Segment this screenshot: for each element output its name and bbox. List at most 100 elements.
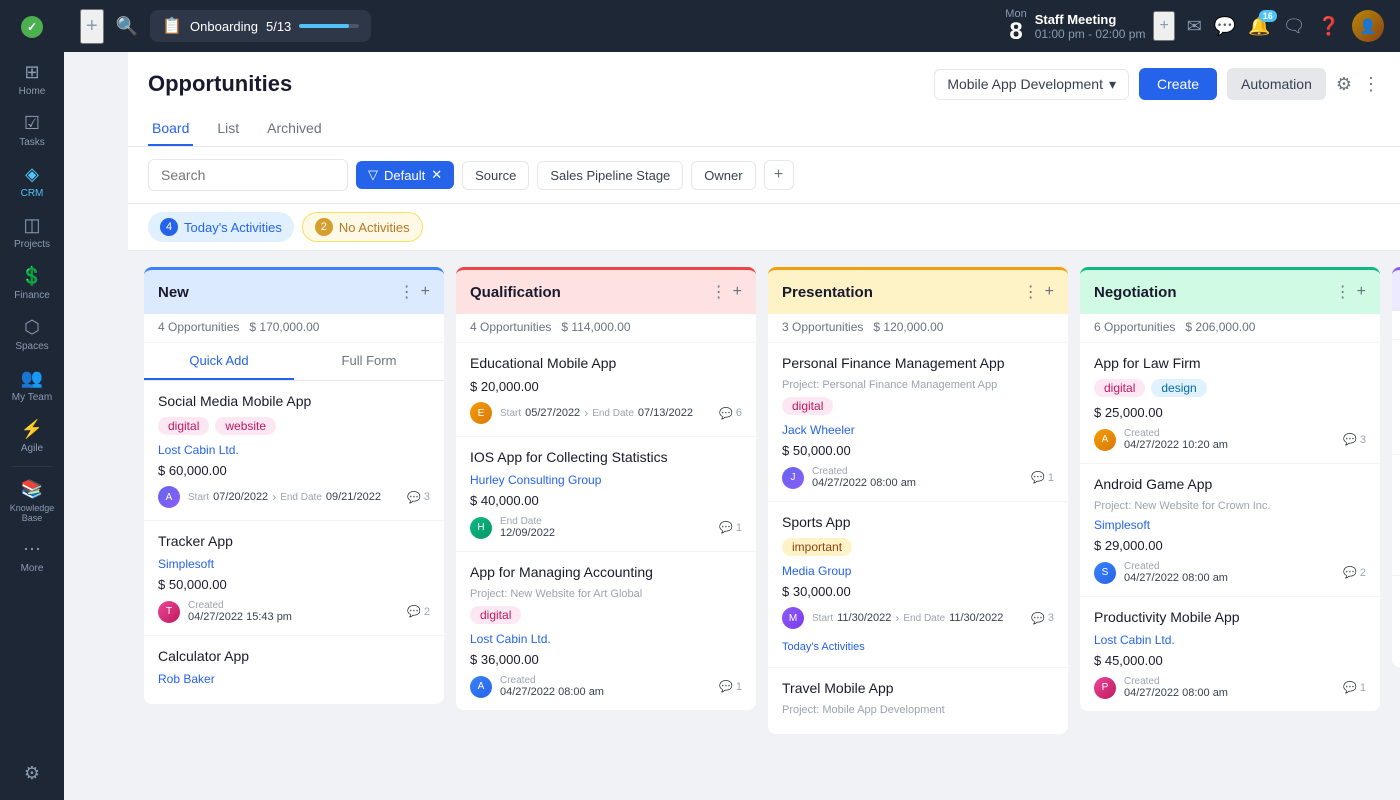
filter-icon: ▽ [368,167,378,183]
card-company[interactable]: Hurley Consulting Group [470,473,742,487]
no-activities-tag[interactable]: 2 No Activities [302,212,423,242]
card-company[interactable]: Lost Cabin Ltd. [470,632,742,646]
more-options-button[interactable]: ⋮ [1362,74,1380,95]
tab-list[interactable]: List [213,112,243,146]
column-add-button[interactable]: + [421,282,430,302]
sidebar-item-finance[interactable]: 💲 Finance [0,258,64,309]
card-company[interactable]: Jack Wheeler [782,423,1054,437]
tasks-icon: ☑ [24,113,40,134]
today-activities-link[interactable]: Today's Activities [782,637,1054,655]
add-meeting-button[interactable]: + [1153,11,1174,41]
avatar-image: 👤 [1352,10,1384,42]
comment-count: 💬 1 [719,521,742,534]
onboarding-widget[interactable]: 📋 Onboarding 5/13 [150,10,371,42]
end-date: 11/30/2022 [949,612,1003,624]
card-avatar: A [158,486,180,508]
sidebar-item-spaces[interactable]: ⬡ Spaces [0,309,64,360]
sidebar-item-home[interactable]: ⊞ Home [0,54,64,105]
settings-button[interactable]: ⚙ [1336,74,1352,95]
chat-icon[interactable]: 💬 [1214,16,1236,37]
knowledge-icon: 📚 [21,479,43,500]
source-filter[interactable]: Source [462,161,529,190]
column-actions-new: ⋮ + [399,282,430,302]
today-activities-tag[interactable]: 4 Today's Activities [148,212,294,242]
created-value: 04/27/2022 08:00 am [1124,572,1228,584]
column-menu-button[interactable]: ⋮ [1023,282,1039,302]
card-company[interactable]: Simplesoft [158,557,430,571]
sidebar-item-label: CRM [21,188,44,199]
message-icon[interactable]: 🗨 [1283,16,1306,37]
end-date: 12/09/2022 [500,527,555,539]
sidebar-item-more[interactable]: ⋯ More [0,531,64,582]
comment-count: 💬 1 [1343,681,1366,694]
card-company[interactable]: Simplesoft [1094,518,1366,532]
card-company[interactable]: Media Group [782,564,1054,578]
card-company[interactable]: Rob Baker [158,672,430,686]
today-count: 4 [160,218,178,236]
mail-icon[interactable]: ✉ [1187,16,1202,37]
card-tags: important [782,538,1054,556]
comment-icon: 💬 [1031,471,1045,484]
created-label: Created [1124,561,1228,572]
pipeline-selector[interactable]: Mobile App Development ▾ [934,69,1129,100]
sidebar-item-settings[interactable]: ⚙ [0,755,64,792]
default-filter[interactable]: ▽ Default ✕ [356,161,454,189]
sidebar-item-tasks[interactable]: ☑ Tasks [0,105,64,156]
card-travel-mobile-app: Travel Mobile App Project: Mobile App De… [768,668,1068,734]
card-company[interactable]: Lost Cabin Ltd. [158,443,430,457]
automation-button[interactable]: Automation [1227,68,1326,100]
sidebar-item-label: Knowledge Base [4,503,60,523]
column-stats-evaluation: 5 Opportunit... [1392,311,1400,340]
notification-icon[interactable]: 🔔 16 [1248,16,1270,37]
full-form-tab[interactable]: Full Form [294,343,444,380]
column-menu-button[interactable]: ⋮ [399,282,415,302]
column-add-button[interactable]: + [733,282,742,302]
projects-icon: ◫ [23,215,40,236]
arrow-icon: › [584,406,588,420]
quick-add-tab[interactable]: Quick Add [144,343,294,380]
close-icon[interactable]: ✕ [431,167,442,183]
search-icon[interactable]: 🔍 [116,16,138,37]
create-button[interactable]: Create [1139,68,1217,100]
home-icon: ⊞ [24,62,39,83]
owner-filter[interactable]: Owner [691,161,755,190]
sidebar-item-agile[interactable]: ⚡ Agile [0,411,64,462]
column-menu-button[interactable]: ⋮ [1335,282,1351,302]
avatar-inner: A [158,486,180,508]
date-range: Start 05/27/2022 › End Date 07/13/2022 [500,406,693,420]
card-created: Created 04/27/2022 08:00 am [1124,561,1228,584]
column-add-button[interactable]: + [1357,282,1366,302]
end-date: 09/21/2022 [326,491,381,503]
topbar-icons: ✉ 💬 🔔 16 🗨 ❓ 👤 [1187,10,1384,42]
column-negotiation: Negotiation ⋮ + 6 Opportunities $ 206,00… [1080,267,1380,711]
column-body-qualification: Educational Mobile App $ 20,000.00 E Sta… [456,343,756,710]
help-icon[interactable]: ❓ [1318,16,1340,37]
sidebar-item-label: My Team [12,392,52,403]
pipeline-stage-label: Sales Pipeline Stage [550,168,670,183]
sidebar-item-label: Agile [21,443,43,454]
sidebar-item-myteam[interactable]: 👥 My Team [0,360,64,411]
add-button[interactable]: + [80,9,104,44]
settings-icon: ⚙ [24,763,40,784]
sidebar-item-projects[interactable]: ◫ Projects [0,207,64,258]
start-date: 11/30/2022 [837,612,891,624]
start-label: Start [500,408,521,419]
card-avatar: A [470,676,492,698]
user-avatar[interactable]: 👤 [1352,10,1384,42]
card-company[interactable]: Lost Cabin Ltd. [1094,633,1366,647]
sidebar-item-crm[interactable]: ◈ CRM [0,156,64,207]
column-add-button[interactable]: + [1045,282,1054,302]
sidebar-item-knowledge[interactable]: 📚 Knowledge Base [0,471,64,531]
search-input[interactable] [148,159,348,191]
comment-icon: 💬 [1343,566,1357,579]
pipeline-label: Mobile App Development [947,76,1103,92]
card-personal-finance: Personal Finance Management App Project:… [768,343,1068,502]
add-filter-button[interactable]: + [764,160,794,190]
card-avatar: E [470,402,492,424]
created-label: Created [1124,428,1228,439]
tab-board[interactable]: Board [148,112,193,146]
team-icon: 👥 [21,368,43,389]
tab-archived[interactable]: Archived [263,112,325,146]
column-menu-button[interactable]: ⋮ [711,282,727,302]
pipeline-stage-filter[interactable]: Sales Pipeline Stage [537,161,683,190]
